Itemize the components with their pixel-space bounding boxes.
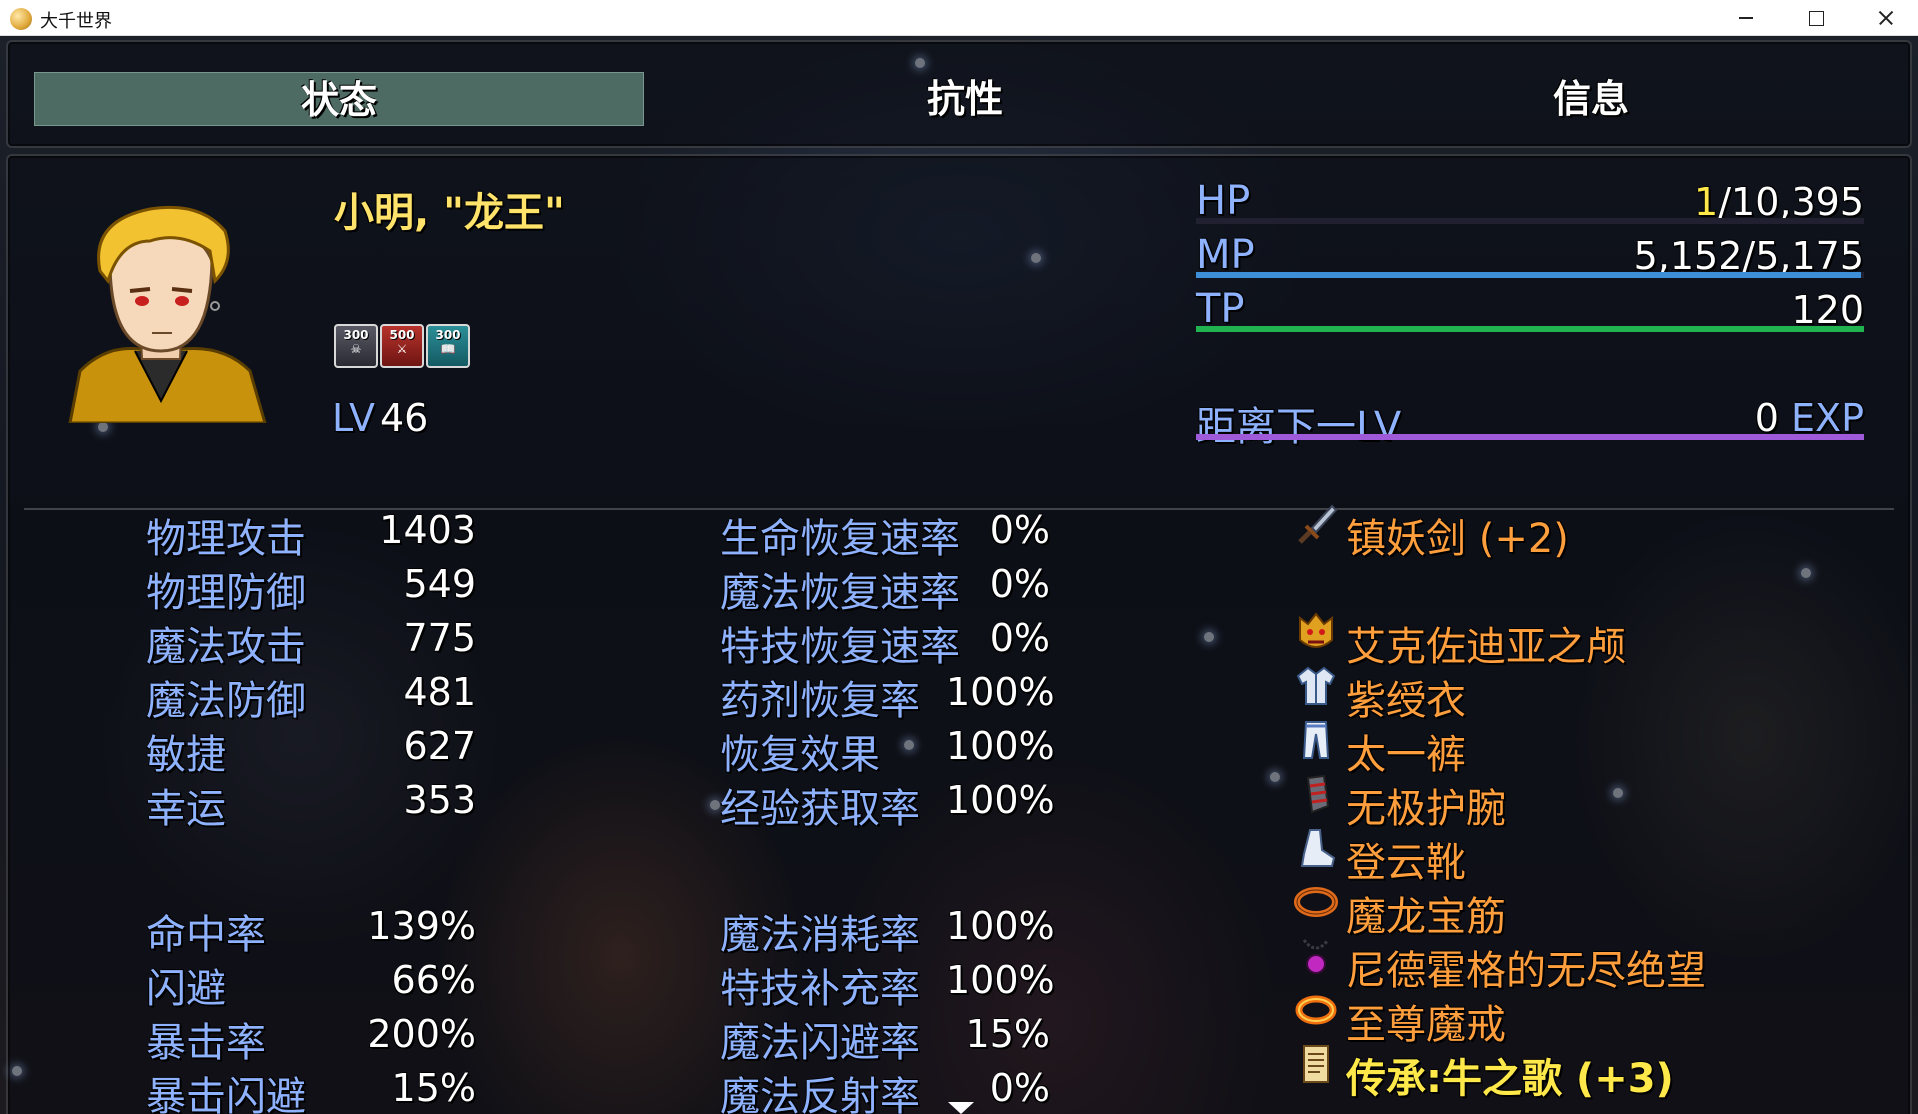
param-value: 353 [403,778,476,822]
state-turns: 500 [389,328,415,342]
attack-up-icon: 500 ⚔ [380,324,424,368]
mp-gauge [1196,272,1864,278]
rate-value: 100% [946,778,1055,822]
window-title: 大千世界 [40,11,112,32]
close-button[interactable] [1850,0,1918,36]
rate-value: 100% [946,724,1055,768]
hp-gauge [1196,218,1864,224]
rate-label: 恢复效果 [720,732,880,778]
param-value: 481 [403,670,476,714]
param-value: 627 [403,724,476,768]
tab-resistance[interactable]: 抗性 [660,72,1270,126]
xparam-label: 暴击率 [146,1020,266,1066]
app-icon [10,8,32,30]
actor-portrait [68,205,267,423]
level-label: LV [332,396,375,440]
rate-value: 100% [946,670,1055,714]
rate-label: 魔法恢复速率 [720,570,960,616]
param-label: 物理防御 [146,570,306,616]
belt-icon [1294,887,1338,917]
param-value: 775 [403,616,476,660]
tab-status[interactable]: 状态 [34,72,644,126]
game-screen: 状态 抗性 信息 小明, "龙王" 300 ☠ 500 ⚔ 300 📖 LV 46 H… [0,36,1918,1114]
rate-value: 0% [989,508,1050,552]
xparam-value: 139% [367,904,476,948]
rate-label: 魔法消耗率 [720,912,920,958]
state-turns: 300 [435,328,461,342]
actor-name: 小明, "龙王" [334,190,565,236]
rate-label: 魔法闪避率 [720,1020,920,1066]
xparam-label: 暴击闪避 [146,1074,306,1114]
equip-name[interactable]: 太一裤 [1346,722,1466,780]
rate-label: 生命恢复速率 [720,516,960,562]
robe-icon [1296,666,1336,705]
tab-info[interactable]: 信息 [1286,72,1896,126]
boots-icon [1300,829,1336,867]
book-icon: 300 📖 [426,324,470,368]
gauntlet-icon [1306,774,1330,814]
xparam-label: 命中率 [146,912,266,958]
tp-gauge-fill [1196,326,1864,332]
equip-name[interactable]: 无极护腕 [1346,776,1506,834]
equip-name[interactable]: 尼德霍格的无尽绝望 [1346,938,1706,996]
level-value: 46 [380,396,429,440]
rate-label: 经验获取率 [720,786,920,832]
rate-value: 15% [965,1012,1050,1056]
minimize-button[interactable] [1710,0,1780,36]
rate-value: 0% [989,562,1050,606]
rate-value: 100% [946,958,1055,1002]
param-label: 敏捷 [146,732,226,778]
param-label: 魔法防御 [146,678,306,724]
pants-icon [1302,721,1330,759]
param-value: 1403 [379,508,476,552]
scroll-down-arrow-icon[interactable] [948,1102,974,1114]
rate-label: 魔法反射率 [720,1074,920,1114]
xparam-label: 闪避 [146,966,226,1012]
sword-icon [1298,504,1338,544]
mp-gauge-fill [1196,272,1861,278]
scroll-icon [1303,1045,1329,1083]
exp-label: 距离下一LV [1196,404,1402,450]
maximize-button[interactable] [1780,0,1850,36]
rate-value: 0% [989,616,1050,660]
equip-name[interactable]: 魔龙宝筋 [1346,884,1506,942]
rate-label: 药剂恢复率 [720,678,920,724]
xparam-value: 15% [391,1066,476,1110]
param-value: 549 [403,562,476,606]
rate-label: 特技补充率 [720,966,920,1012]
param-label: 魔法攻击 [146,624,306,670]
equip-name[interactable]: 至尊魔戒 [1346,992,1506,1050]
ring-icon [1295,995,1337,1025]
title-bar: 大千世界 [0,0,1918,36]
param-label: 幸运 [146,786,226,832]
equip-name[interactable]: 登云靴 [1346,830,1466,888]
xparam-value: 200% [367,1012,476,1056]
tab-window: 状态 抗性 信息 [6,40,1912,148]
tp-gauge [1196,326,1864,332]
equip-name[interactable]: 传承:牛之歌 (+3) [1346,1046,1674,1104]
xparam-value: 66% [391,958,476,1002]
amulet-icon [1302,939,1330,974]
equip-name[interactable]: 紫绶衣 [1346,668,1466,726]
equip-name[interactable]: 艾克佐迪亚之颅 [1346,614,1626,672]
equip-name[interactable]: 镇妖剑 (+2) [1346,506,1569,564]
exp-gauge-fill [1196,434,1864,440]
rate-label: 特技恢复速率 [720,624,960,670]
param-label: 物理攻击 [146,516,306,562]
skull-icon: 300 ☠ [334,324,378,368]
exp-gauge [1196,434,1864,440]
rate-value: 100% [946,904,1055,948]
state-turns: 300 [343,328,369,342]
demon-mask-icon [1299,612,1333,648]
